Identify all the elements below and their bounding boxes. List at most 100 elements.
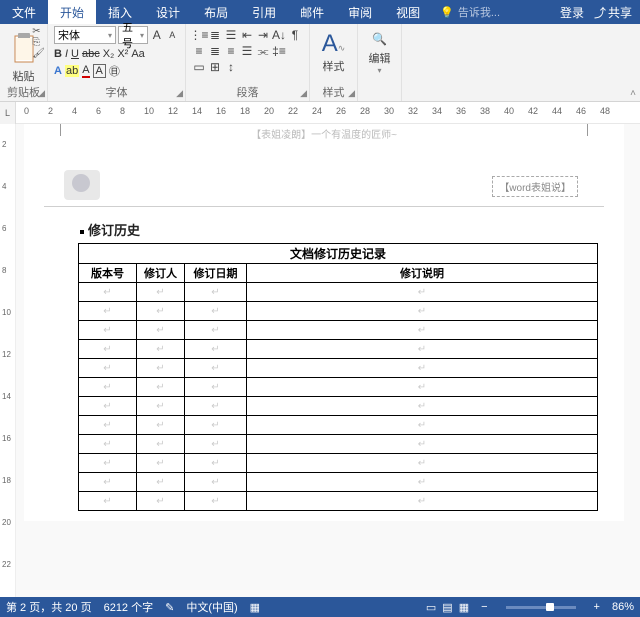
- status-macro-icon[interactable]: ▦: [250, 601, 260, 614]
- table-cell[interactable]: ↵: [185, 454, 247, 473]
- borders-button[interactable]: ⊞: [208, 60, 222, 74]
- align-center[interactable]: ≣: [208, 44, 222, 58]
- table-cell[interactable]: ↵: [79, 454, 137, 473]
- status-spellcheck-icon[interactable]: ✎: [165, 601, 174, 614]
- table-cell[interactable]: ↵: [185, 283, 247, 302]
- shrink-font[interactable]: A: [166, 27, 180, 43]
- styles-launcher[interactable]: ◢: [348, 88, 355, 99]
- tab-selector[interactable]: L: [0, 102, 16, 124]
- table-cell[interactable]: ↵: [137, 378, 185, 397]
- text-effects-button[interactable]: A: [54, 65, 62, 77]
- table-cell[interactable]: ↵: [79, 321, 137, 340]
- table-cell[interactable]: ↵: [247, 321, 598, 340]
- table-cell[interactable]: ↵: [247, 378, 598, 397]
- table-row[interactable]: ↵↵↵↵: [79, 378, 598, 397]
- enclose-char-button[interactable]: ㊐: [109, 63, 120, 79]
- font-name-combo[interactable]: 宋体▾: [54, 26, 116, 44]
- table-cell[interactable]: ↵: [79, 302, 137, 321]
- shading-button[interactable]: ▭: [192, 60, 206, 74]
- table-row[interactable]: ↵↵↵↵: [79, 302, 598, 321]
- table-cell[interactable]: ↵: [247, 473, 598, 492]
- highlight-button[interactable]: ab: [65, 65, 79, 77]
- table-cell[interactable]: ↵: [137, 435, 185, 454]
- tell-me[interactable]: 💡告诉我...: [440, 4, 500, 20]
- table-cell[interactable]: ↵: [185, 321, 247, 340]
- strike-button[interactable]: abc: [82, 48, 100, 60]
- table-cell[interactable]: ↵: [185, 359, 247, 378]
- copy-icon[interactable]: ⎘: [32, 37, 45, 48]
- align-right[interactable]: ≡: [224, 44, 238, 58]
- tab-references[interactable]: 引用: [240, 0, 288, 24]
- table-cell[interactable]: ↵: [185, 302, 247, 321]
- superscript-button[interactable]: X²: [117, 48, 128, 60]
- tab-review[interactable]: 审阅: [336, 0, 384, 24]
- zoom-out[interactable]: −: [481, 601, 487, 613]
- tab-home[interactable]: 开始: [48, 0, 96, 24]
- tab-layout[interactable]: 布局: [192, 0, 240, 24]
- table-row[interactable]: ↵↵↵↵: [79, 321, 598, 340]
- table-cell[interactable]: ↵: [185, 378, 247, 397]
- justify[interactable]: ☰: [240, 44, 254, 58]
- ruler-vertical[interactable]: 246810121416182022: [0, 124, 16, 597]
- multilevel-button[interactable]: ☰: [224, 28, 238, 42]
- font-launcher[interactable]: ◢: [176, 88, 183, 99]
- underline-button[interactable]: U: [71, 48, 79, 60]
- table-cell[interactable]: ↵: [79, 359, 137, 378]
- zoom-level[interactable]: 86%: [612, 601, 634, 613]
- show-marks[interactable]: ¶: [288, 28, 302, 42]
- table-cell[interactable]: ↵: [247, 416, 598, 435]
- distribute[interactable]: ⫘: [256, 44, 270, 58]
- line-spacing[interactable]: ‡≡: [272, 44, 286, 58]
- tab-view[interactable]: 视图: [384, 0, 432, 24]
- tab-design[interactable]: 设计: [144, 0, 192, 24]
- table-cell[interactable]: ↵: [247, 302, 598, 321]
- table-row[interactable]: ↵↵↵↵: [79, 340, 598, 359]
- zoom-in[interactable]: +: [594, 601, 600, 613]
- table-cell[interactable]: ↵: [79, 416, 137, 435]
- bullets-button[interactable]: ⋮≡: [192, 28, 206, 42]
- para-launcher[interactable]: ◢: [300, 88, 307, 99]
- table-cell[interactable]: ↵: [79, 492, 137, 511]
- share-button[interactable]: ⤴共享: [594, 4, 632, 21]
- grow-font[interactable]: A: [150, 27, 164, 43]
- cut-icon[interactable]: ✂: [32, 26, 45, 37]
- table-row[interactable]: ↵↵↵↵: [79, 473, 598, 492]
- table-cell[interactable]: ↵: [247, 454, 598, 473]
- find-button[interactable]: 🔍: [364, 32, 395, 46]
- table-cell[interactable]: ↵: [137, 302, 185, 321]
- change-case-button[interactable]: Aa: [131, 48, 144, 60]
- inserted-text-box[interactable]: 【word表姐说】: [492, 176, 578, 197]
- italic-button[interactable]: I: [65, 48, 68, 60]
- table-cell[interactable]: ↵: [247, 435, 598, 454]
- revision-table[interactable]: 文档修订历史记录 版本号 修订人 修订日期 修订说明 ↵↵↵↵↵↵↵↵↵↵↵↵↵…: [78, 243, 598, 511]
- sort-button[interactable]: A↓: [272, 28, 286, 42]
- view-read-icon[interactable]: ▭: [426, 601, 436, 614]
- table-row[interactable]: ↵↵↵↵: [79, 454, 598, 473]
- login-button[interactable]: 登录: [560, 4, 584, 21]
- table-cell[interactable]: ↵: [79, 397, 137, 416]
- tab-mail[interactable]: 邮件: [288, 0, 336, 24]
- char-border-button[interactable]: A: [93, 64, 106, 78]
- table-cell[interactable]: ↵: [137, 492, 185, 511]
- tab-file[interactable]: 文件: [0, 0, 48, 24]
- increase-indent[interactable]: ⇥: [256, 28, 270, 42]
- table-cell[interactable]: ↵: [185, 435, 247, 454]
- table-cell[interactable]: ↵: [185, 397, 247, 416]
- table-row[interactable]: ↵↵↵↵: [79, 283, 598, 302]
- table-cell[interactable]: ↵: [137, 454, 185, 473]
- table-cell[interactable]: ↵: [137, 473, 185, 492]
- table-row[interactable]: ↵↵↵↵: [79, 359, 598, 378]
- styles-button[interactable]: A∿: [316, 30, 351, 58]
- align-left[interactable]: ≡: [192, 44, 206, 58]
- table-cell[interactable]: ↵: [137, 416, 185, 435]
- table-cell[interactable]: ↵: [79, 473, 137, 492]
- table-cell[interactable]: ↵: [247, 359, 598, 378]
- subscript-button[interactable]: X₂: [103, 48, 115, 60]
- table-row[interactable]: ↵↵↵↵: [79, 435, 598, 454]
- table-row[interactable]: ↵↵↵↵: [79, 492, 598, 511]
- format-painter-icon[interactable]: 🖌: [32, 48, 45, 59]
- table-cell[interactable]: ↵: [185, 473, 247, 492]
- clipboard-launcher[interactable]: ◢: [38, 88, 45, 99]
- table-cell[interactable]: ↵: [137, 283, 185, 302]
- table-cell[interactable]: ↵: [247, 283, 598, 302]
